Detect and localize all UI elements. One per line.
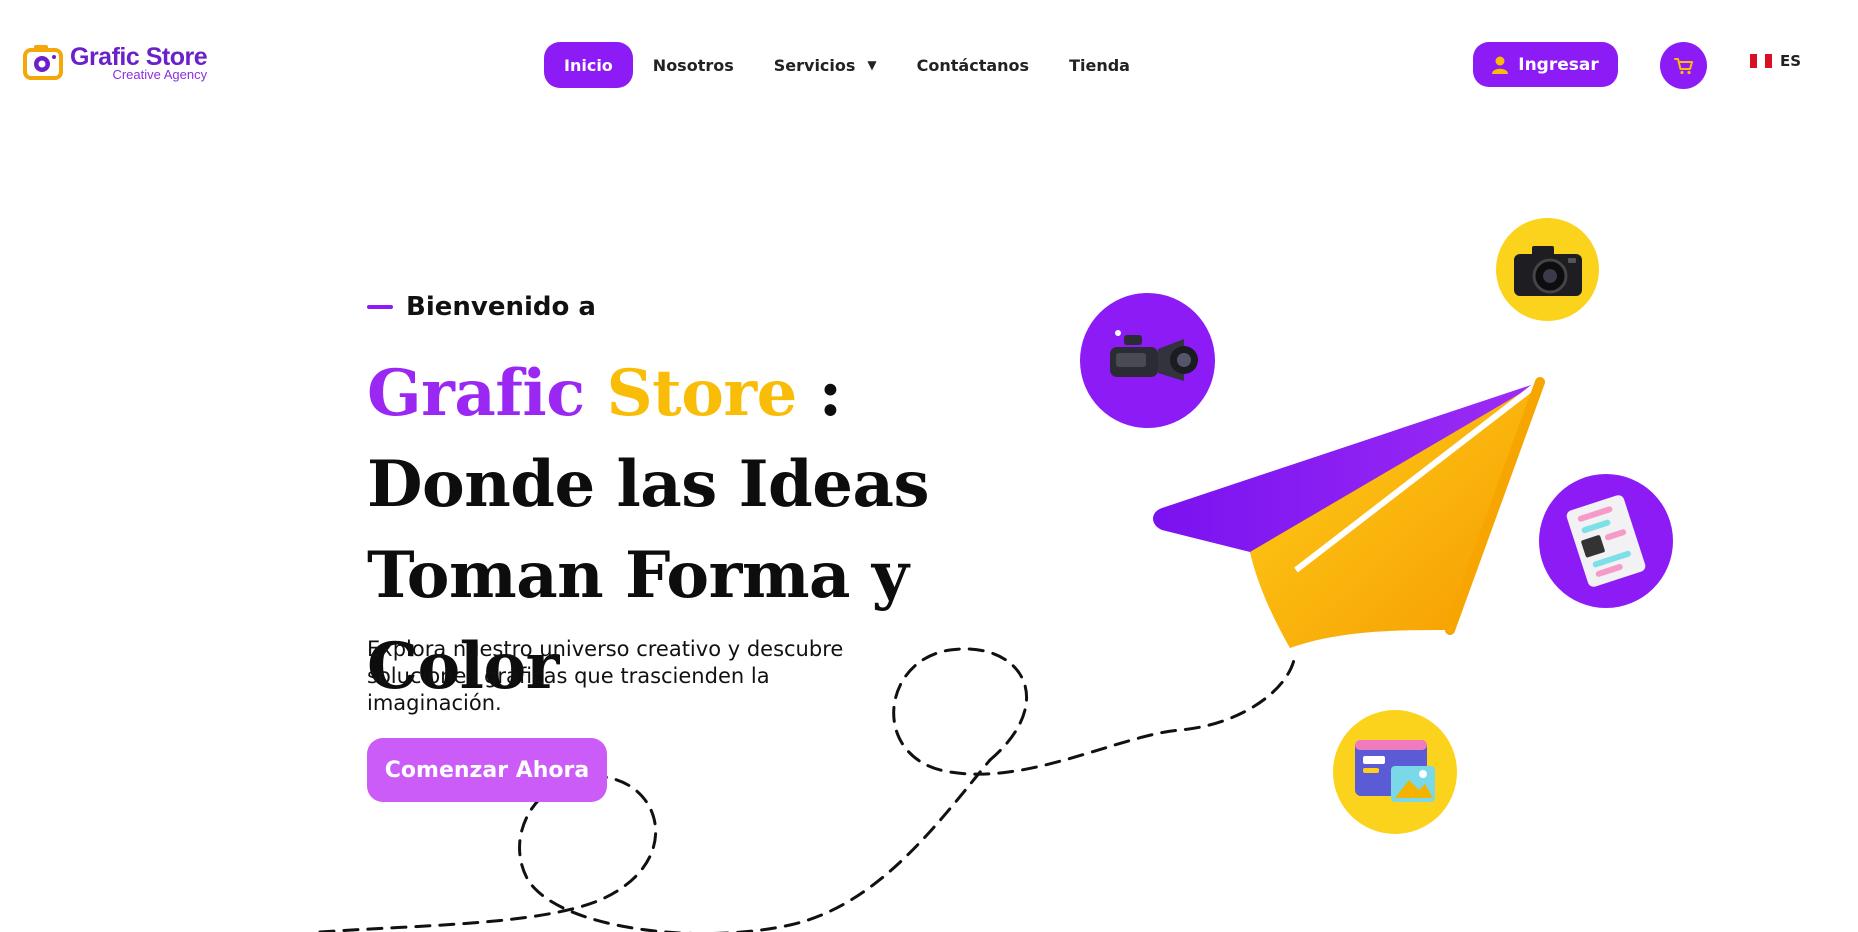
nav-item-tienda[interactable]: Tienda	[1049, 42, 1150, 88]
web-design-bubble	[1333, 710, 1457, 834]
camera-logo-icon	[22, 42, 66, 82]
site-header: Grafic Store Creative Agency Inicio Noso…	[0, 0, 1858, 110]
language-label: ES	[1780, 52, 1802, 70]
caret-down-icon: ▼	[867, 58, 877, 72]
nav-item-contactanos[interactable]: Contáctanos	[897, 42, 1049, 88]
nav-item-label: Inicio	[564, 55, 613, 75]
nav-item-label: Servicios	[773, 55, 856, 75]
hero-subtitle: Explora nuestro universo creativo y desc…	[367, 637, 844, 715]
video-camera-bubble	[1080, 293, 1215, 428]
photo-camera-icon	[1513, 245, 1582, 296]
user-icon	[1492, 56, 1509, 74]
login-button[interactable]: Ingresar	[1473, 42, 1618, 87]
brand-logo[interactable]: Grafic Store Creative Agency	[22, 42, 208, 82]
nav-item-label: Contáctanos	[916, 55, 1030, 75]
nav-item-label: Tienda	[1069, 55, 1130, 75]
nav-item-servicios[interactable]: Servicios ▼	[754, 42, 897, 88]
headline-brand-grafic: Grafic	[367, 356, 585, 431]
peru-flag-icon	[1750, 54, 1772, 68]
cart-icon	[1673, 57, 1693, 74]
headline-brand-store: Store	[606, 356, 797, 431]
eyebrow-text: Bienvenido a	[406, 292, 596, 322]
hero-eyebrow: Bienvenido a	[367, 292, 596, 322]
brand-name: Grafic Store	[70, 42, 208, 71]
eyebrow-accent-line	[367, 305, 393, 309]
web-design-icon	[1355, 740, 1435, 802]
nav-item-label: Nosotros	[652, 55, 734, 75]
language-selector[interactable]: ES	[1750, 52, 1801, 70]
brand-tagline: Creative Agency	[112, 66, 208, 82]
nav-item-inicio[interactable]: Inicio	[544, 42, 633, 88]
video-camera-icon	[1109, 329, 1198, 381]
photo-camera-bubble	[1496, 218, 1599, 321]
document-icon	[1566, 495, 1646, 587]
main-nav: Inicio Nosotros Servicios ▼ Contáctanos T…	[544, 42, 1150, 88]
document-bubble	[1539, 474, 1673, 608]
login-label: Ingresar	[1518, 54, 1599, 75]
start-now-button[interactable]: Comenzar Ahora	[367, 738, 607, 802]
cart-button[interactable]	[1660, 42, 1707, 89]
nav-item-nosotros[interactable]: Nosotros	[633, 42, 754, 88]
